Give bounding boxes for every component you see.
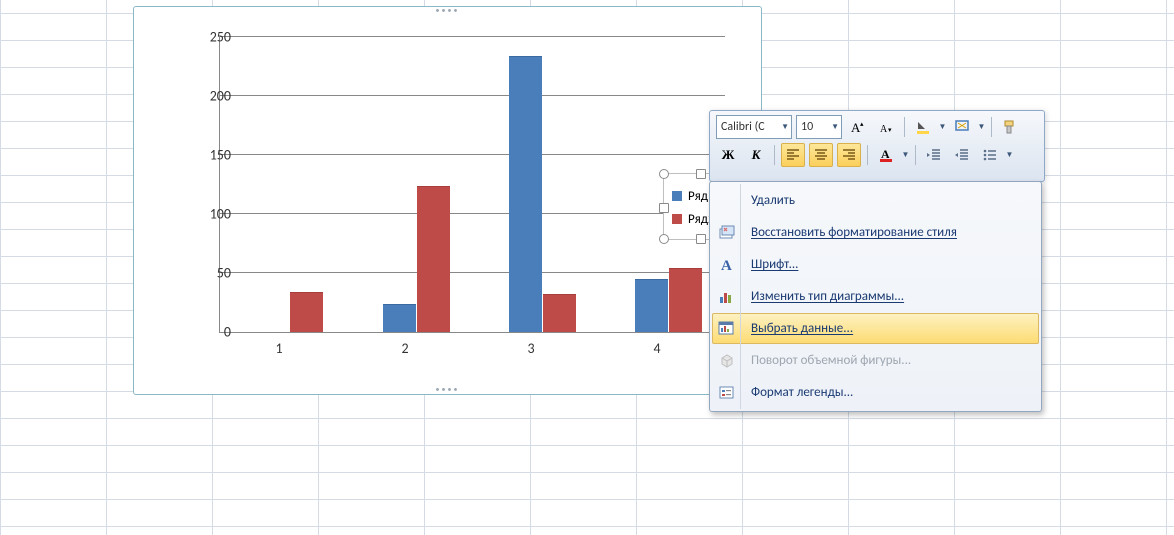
menu-item-font[interactable]: A Шрифт... [712, 249, 1039, 280]
bar-series1-cat3[interactable] [509, 56, 542, 332]
menu-label: Изменить тип диаграммы... [741, 289, 914, 304]
font-name-value: Calibri (С [721, 120, 765, 134]
font-color-button[interactable]: A [874, 143, 898, 167]
gridline [220, 36, 725, 37]
font-icon: A [713, 250, 741, 279]
selection-handle[interactable] [659, 203, 669, 213]
gridline [220, 272, 725, 273]
bar-series2-cat4[interactable] [669, 268, 702, 332]
bar-series2-cat1[interactable] [290, 292, 323, 332]
align-left-button[interactable] [781, 143, 805, 167]
grow-font-button[interactable]: A▴ [846, 115, 870, 139]
fill-color-button[interactable] [911, 115, 935, 139]
mini-toolbar[interactable]: Calibri (С▼ 10▼ A▴ A▾ ▼ ▼ Ж К [709, 110, 1045, 182]
gridline [220, 95, 725, 96]
bold-button[interactable]: Ж [716, 143, 740, 167]
font-size-value: 10 [801, 120, 813, 134]
menu-label: Формат легенды... [741, 385, 863, 400]
menu-item-reset-style[interactable]: Восстановить форматирование стиля [712, 217, 1039, 248]
cube-icon [713, 346, 741, 375]
bullets-button[interactable] [978, 143, 1002, 167]
y-tick-label: 100 [176, 206, 231, 223]
x-tick-label: 1 [264, 340, 294, 357]
bar-series1-cat4[interactable] [635, 279, 668, 332]
chart-handle-bottom[interactable]: •••• [436, 385, 460, 395]
menu-label: Удалить [741, 193, 805, 208]
y-tick-label: 50 [176, 265, 231, 282]
selection-handle[interactable] [696, 169, 706, 179]
x-tick-label: 4 [642, 340, 672, 357]
menu-item-delete[interactable]: Удалить [712, 185, 1039, 216]
border-dropdown[interactable]: ▼ [978, 116, 985, 138]
fill-color-dropdown[interactable]: ▼ [939, 116, 946, 138]
context-menu[interactable]: Удалить Восстановить форматирование стил… [709, 181, 1042, 412]
svg-text:▾: ▾ [888, 125, 892, 134]
format-painter-button[interactable] [998, 115, 1022, 139]
legend-swatch-blue [672, 191, 682, 201]
legend-swatch-red [672, 214, 682, 224]
chart-plot-area[interactable]: 0 50 100 150 200 250 1 2 3 4 [159, 27, 739, 367]
gridline [220, 154, 725, 155]
menu-item-3d-rotation: Поворот объемной фигуры... [712, 345, 1039, 376]
plot-region [219, 37, 725, 333]
y-tick-label: 150 [176, 147, 231, 164]
italic-button[interactable]: К [744, 143, 768, 167]
font-color-dropdown[interactable]: ▼ [902, 144, 909, 166]
x-tick-label: 2 [390, 340, 420, 357]
menu-label: Выбрать данные... [741, 321, 863, 336]
chart-type-icon [713, 282, 741, 311]
menu-item-change-chart-type[interactable]: Изменить тип диаграммы... [712, 281, 1039, 312]
border-button[interactable] [950, 115, 974, 139]
svg-text:A: A [880, 124, 888, 135]
decrease-indent-button[interactable] [922, 143, 946, 167]
svg-text:▴: ▴ [860, 119, 864, 128]
selection-handle[interactable] [659, 169, 669, 179]
menu-label: Восстановить форматирование стиля [741, 225, 967, 240]
gridline [220, 213, 725, 214]
y-tick-label: 200 [176, 88, 231, 105]
y-tick-label: 0 [176, 324, 231, 341]
menu-label: Поворот объемной фигуры... [741, 353, 921, 368]
chart-handle-top[interactable]: •••• [436, 6, 460, 16]
increase-indent-button[interactable] [950, 143, 974, 167]
bullets-dropdown[interactable]: ▼ [1006, 144, 1013, 166]
reset-style-icon [713, 218, 741, 247]
selection-handle[interactable] [659, 234, 669, 244]
font-name-combo[interactable]: Calibri (С▼ [716, 115, 792, 139]
menu-label: Шрифт... [741, 257, 808, 272]
y-tick-label: 250 [176, 29, 231, 46]
blank-icon [713, 186, 741, 215]
svg-text:A: A [721, 258, 732, 274]
menu-item-format-legend[interactable]: Формат легенды... [712, 377, 1039, 408]
font-size-combo[interactable]: 10▼ [796, 115, 842, 139]
bar-series2-cat3[interactable] [543, 294, 576, 332]
format-legend-icon [713, 378, 741, 407]
select-data-icon [713, 314, 741, 343]
x-tick-label: 3 [516, 340, 546, 357]
svg-text:A: A [881, 147, 890, 161]
bar-series1-cat2[interactable] [383, 304, 416, 332]
bar-series2-cat2[interactable] [417, 186, 450, 332]
shrink-font-button[interactable]: A▾ [874, 115, 898, 139]
menu-item-select-data[interactable]: Выбрать данные... [712, 313, 1039, 344]
align-right-button[interactable] [837, 143, 861, 167]
selection-handle[interactable] [696, 234, 706, 244]
align-center-button[interactable] [809, 143, 833, 167]
